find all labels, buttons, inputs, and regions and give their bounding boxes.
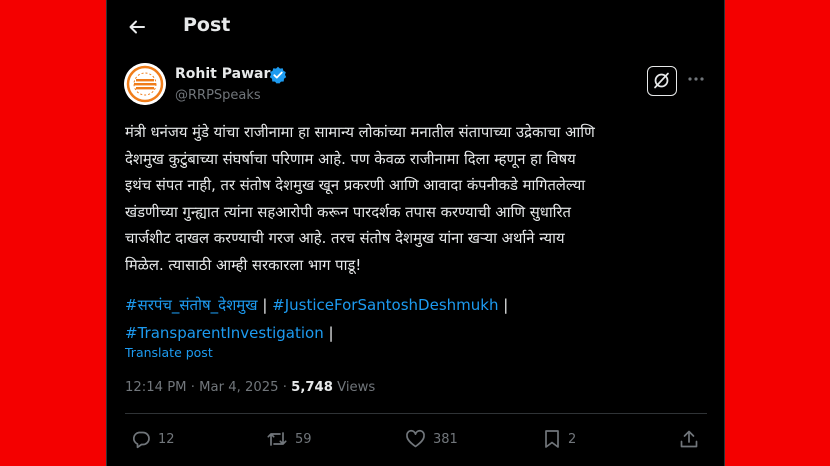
post-text-line: खंडणीच्या गुन्ह्यात त्यांना सहआरोपी करून…: [125, 203, 571, 221]
bookmark-button[interactable]: 2: [543, 428, 576, 450]
meta-dot: ·: [282, 380, 287, 395]
hashtag-link[interactable]: #TransparentInvestigation: [125, 324, 324, 342]
post-text-line: इथंच संपत नाही, तर संतोष देशमुख खून प्रक…: [125, 177, 586, 195]
share-button[interactable]: [679, 428, 699, 450]
heart-icon: [406, 429, 425, 448]
right-border: [724, 0, 725, 466]
post-text-line: चार्जशीट दाखल करण्याची गरज आहे. तरच संतो…: [125, 230, 565, 248]
views-count: 5,748: [291, 380, 333, 395]
like-count: 381: [433, 431, 458, 447]
repost-count: 59: [295, 431, 312, 447]
meta-dot: ·: [190, 380, 195, 395]
separator: |: [503, 296, 509, 314]
verified-badge-icon: [269, 66, 287, 84]
grok-icon: [654, 72, 669, 89]
post-text-line: देशमुख कुटुंबाच्या संघर्षाचा परिणाम आहे.…: [125, 150, 576, 168]
post-time[interactable]: 12:14 PM: [125, 380, 187, 395]
translate-post-link[interactable]: Translate post: [125, 345, 213, 360]
repost-icon: [267, 432, 287, 446]
post-text-line: मंत्री धनंजय मुंडे यांचा राजीनामा हा साम…: [125, 124, 595, 141]
reply-button[interactable]: 12: [131, 428, 175, 450]
reply-icon: [132, 431, 150, 449]
bookmark-count: 2: [568, 431, 577, 447]
author-handle[interactable]: @RRPSpeaks: [175, 88, 261, 103]
more-horizontal-icon[interactable]: [687, 70, 705, 88]
repost-button[interactable]: 59: [266, 428, 312, 450]
post-date[interactable]: Mar 4, 2025: [199, 380, 278, 395]
share-icon: [680, 430, 698, 448]
grok-button[interactable]: [647, 66, 677, 96]
author-name[interactable]: Rohit Pawar: [175, 66, 270, 82]
views-label: Views: [337, 380, 376, 395]
header: Post: [107, 0, 724, 54]
bookmark-icon: [545, 430, 559, 448]
hashtag-link[interactable]: #सरपंच_संतोष_देशमुख: [125, 296, 258, 314]
like-button[interactable]: 381: [405, 428, 458, 450]
post-detail-panel: Post Rohit Pawar @RRPSpeaks मंत्री धनंजय…: [107, 0, 724, 466]
hashtag-list: #सरपंच_संतोष_देशमुख | #JusticeForSantosh…: [125, 291, 710, 347]
reply-count: 12: [158, 431, 175, 447]
arrow-left-icon[interactable]: [127, 17, 147, 37]
hashtag-link[interactable]: #JusticeForSantoshDeshmukh: [272, 296, 498, 314]
separator: |: [328, 324, 334, 342]
separator: |: [262, 296, 268, 314]
post-text-line: मिळेल. त्यासाठी आम्ही सरकारला भाग पाडू!: [125, 256, 362, 274]
divider: [125, 413, 707, 414]
page-title: Post: [183, 14, 231, 36]
avatar[interactable]: [124, 63, 166, 105]
post-meta: 12:14 PM · Mar 4, 2025 · 5,748 Views: [125, 380, 375, 395]
post-text: मंत्री धनंजय मुंडे यांचा राजीनामा हा साम…: [125, 120, 710, 280]
